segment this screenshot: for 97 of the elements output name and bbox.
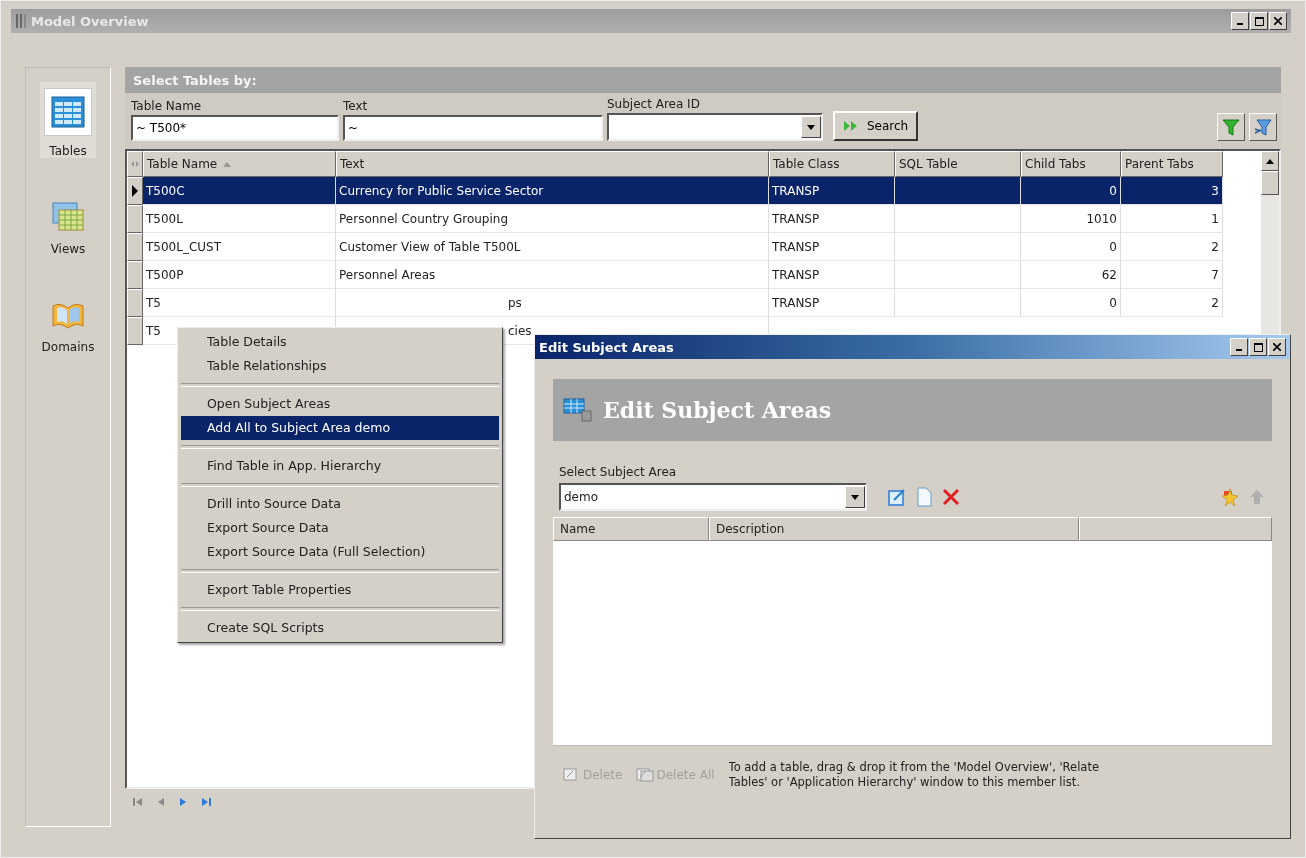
table-cell: TRANSP: [772, 239, 820, 254]
subject-area-dropdown[interactable]: demo: [559, 483, 867, 511]
field-label: Subject Area ID: [607, 97, 701, 111]
last-record-icon[interactable]: [201, 797, 211, 807]
menu-item[interactable]: Table Relationships: [181, 354, 499, 378]
table-cell: cies: [508, 323, 532, 338]
menu-item[interactable]: Export Source Data: [181, 516, 499, 540]
window-title: Model Overview: [31, 13, 149, 29]
next-icon[interactable]: [179, 797, 187, 807]
table-cell: 2: [1211, 295, 1219, 310]
page-icon: [636, 767, 655, 782]
scroll-thumb[interactable]: [1261, 171, 1279, 195]
table-cell: T500C: [146, 183, 185, 198]
scroll-up-icon[interactable]: [1266, 158, 1274, 164]
maximize-icon: [1253, 342, 1263, 352]
table-cell: 7: [1211, 267, 1219, 282]
column-header[interactable]: Name: [553, 517, 709, 541]
menu-item[interactable]: Open Subject Areas: [181, 392, 499, 416]
table-cell: ps: [508, 295, 522, 310]
caret-icon: [851, 494, 859, 500]
field-label: Table Name: [131, 99, 203, 113]
grip-icon: [15, 13, 27, 29]
table-cell: Customer View of Table T500L: [339, 239, 521, 254]
search-button[interactable]: Search: [833, 111, 919, 141]
table-cell: T500P: [146, 267, 184, 282]
close-button[interactable]: [1269, 12, 1287, 30]
grid-icon: [51, 200, 85, 234]
sidebar-item[interactable]: Domains: [37, 292, 99, 354]
filter-icon[interactable]: [1217, 113, 1245, 141]
menu-item[interactable]: Drill into Source Data: [181, 492, 499, 516]
double-arrow-icon: [843, 120, 859, 132]
subject-area-dropdown[interactable]: [607, 113, 823, 141]
sidebar-item[interactable]: Tables: [40, 82, 96, 158]
column-header[interactable]: Parent Tabs: [1121, 151, 1223, 177]
caret-icon: [807, 124, 815, 130]
field-label: Text: [343, 99, 369, 113]
table-cell: TRANSP: [772, 295, 820, 310]
text-field[interactable]: ~: [343, 115, 603, 141]
menu-item[interactable]: Table Details: [181, 330, 499, 354]
table-name-field[interactable]: ~ T500*: [131, 115, 339, 141]
table-cell: 2: [1211, 239, 1219, 254]
menu-item[interactable]: Find Table in App. Hierarchy: [181, 454, 499, 478]
maximize-button[interactable]: [1249, 338, 1267, 356]
maximize-icon: [1254, 16, 1264, 26]
star-icon[interactable]: [1220, 487, 1240, 507]
menu-item[interactable]: Export Table Properties: [181, 578, 499, 602]
close-icon: [1274, 17, 1282, 25]
table-cell: TRANSP: [772, 267, 820, 282]
delete-icon[interactable]: [941, 487, 961, 507]
dialog-title: Edit Subject Areas: [539, 339, 674, 355]
table-cell: Currency for Public Service Sector: [339, 183, 544, 198]
column-header[interactable]: Table Name: [143, 151, 336, 177]
column-header[interactable]: SQL Table: [895, 151, 1021, 177]
minimize-button[interactable]: [1230, 338, 1248, 356]
table-cell: T500L_CUST: [146, 239, 222, 254]
table-icon: [563, 397, 593, 423]
table-icon: [44, 88, 92, 136]
table-row[interactable]: T5 ps TRANSP 0 2: [127, 289, 1239, 317]
minimize-button[interactable]: [1231, 12, 1249, 30]
sidebar-item[interactable]: Views: [46, 194, 90, 256]
table-row[interactable]: T500L Personnel Country Grouping TRANSP 1010 1: [127, 205, 1239, 233]
table-cell: T5: [146, 295, 161, 310]
column-resize-handle[interactable]: [127, 151, 143, 177]
hint-text: To add a table, drag & drop it from the 'Model Overview', 'Relate Tables' or 'Application Hierarchy' window to this member list.: [728, 759, 1100, 790]
column-header[interactable]: Text: [336, 151, 769, 177]
menu-item[interactable]: Add All to Subject Area demo: [181, 416, 499, 440]
section-title: Select Tables by:: [133, 72, 257, 88]
table-cell: 3: [1211, 183, 1219, 198]
column-header[interactable]: Description: [709, 517, 1079, 541]
current-row-icon: [132, 185, 138, 197]
table-cell: 1: [1211, 211, 1219, 226]
row-selector[interactable]: [127, 177, 143, 205]
column-header[interactable]: Child Tabs: [1021, 151, 1121, 177]
table-cell: TRANSP: [772, 211, 820, 226]
table-row[interactable]: T500C Currency for Public Service Sector TRANSP 0 3: [127, 177, 1239, 205]
table-cell: 0: [1109, 239, 1117, 254]
maximize-button[interactable]: [1250, 12, 1268, 30]
table-row[interactable]: T500P Personnel Areas TRANSP 62 7: [127, 261, 1239, 289]
table-cell: 0: [1109, 183, 1117, 198]
table-cell: 0: [1109, 295, 1117, 310]
close-icon: [1273, 343, 1281, 351]
dialog-heading: Edit Subject Areas: [603, 397, 832, 423]
table-cell: TRANSP: [772, 183, 820, 198]
field-label: Select Subject Area: [559, 465, 678, 479]
close-button[interactable]: [1268, 338, 1286, 356]
table-row[interactable]: T500L_CUST Customer View of Table T500L TRANSP 0 2: [127, 233, 1239, 261]
edit-icon[interactable]: [887, 487, 907, 507]
table-cell: Personnel Country Grouping: [339, 211, 509, 226]
menu-item[interactable]: Export Source Data (Full Selection): [181, 540, 499, 564]
sort-arrow-icon: [223, 161, 232, 167]
table-cell: 1010: [1086, 211, 1117, 226]
table-cell: T500L: [146, 211, 183, 226]
table-cell: 62: [1101, 267, 1117, 282]
menu-item[interactable]: Create SQL Scripts: [181, 616, 499, 640]
table-cell: Personnel Areas: [339, 267, 436, 282]
table-cell: T5: [146, 323, 161, 338]
column-header[interactable]: Table Class: [769, 151, 895, 177]
